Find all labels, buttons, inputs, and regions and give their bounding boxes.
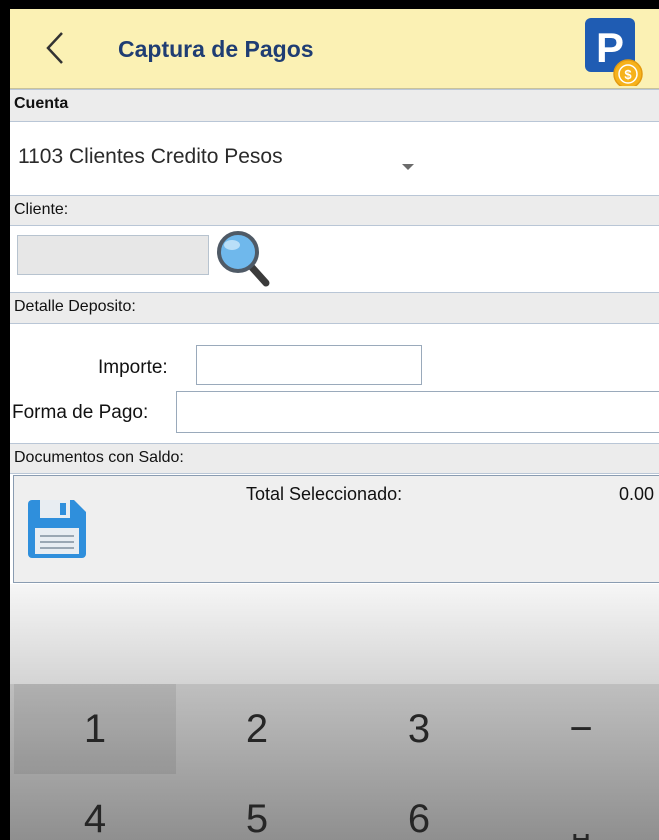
- svg-text:$: $: [624, 67, 632, 82]
- key-4[interactable]: 4: [14, 774, 176, 840]
- total-seleccionado-value: 0.00: [619, 484, 655, 504]
- section-header-cliente: Cliente:: [10, 195, 659, 226]
- key-5[interactable]: 5: [176, 774, 338, 840]
- dropdown-arrow-icon[interactable]: [402, 164, 414, 170]
- forma-de-pago-label: Forma de Pago:: [12, 402, 149, 423]
- key-2[interactable]: 2: [176, 684, 338, 774]
- page-title: Captura de Pagos: [118, 36, 314, 62]
- section-header-detalle: Detalle Deposito:: [10, 292, 659, 324]
- back-button[interactable]: [36, 23, 76, 73]
- save-button[interactable]: [26, 498, 88, 560]
- importe-input[interactable]: [196, 345, 422, 385]
- app-window: Captura de Pagos P $ Cuenta 1103 Cliente…: [10, 9, 659, 840]
- numeric-keyboard: 1 2 3 − 4 5 6 ⎵: [10, 684, 659, 840]
- key-3[interactable]: 3: [338, 684, 500, 774]
- cliente-input[interactable]: [17, 235, 209, 275]
- section-header-documentos: Documentos con Saldo:: [10, 443, 659, 474]
- key-minus[interactable]: −: [500, 684, 659, 774]
- key-space[interactable]: ⎵: [500, 774, 659, 840]
- parking-payment-logo-icon: P $: [583, 14, 645, 89]
- key-1[interactable]: 1: [14, 684, 176, 774]
- keyboard-gap: [10, 584, 659, 684]
- total-seleccionado-label: Total Seleccionado:: [246, 484, 403, 504]
- search-cliente-button[interactable]: [214, 227, 270, 287]
- chevron-left-icon: [46, 32, 63, 64]
- section-header-cuenta: Cuenta: [10, 89, 659, 122]
- key-6[interactable]: 6: [338, 774, 500, 840]
- forma-de-pago-input[interactable]: [176, 391, 659, 433]
- importe-label: Importe:: [98, 357, 168, 378]
- magnifier-icon: [217, 231, 270, 287]
- cuenta-selected-value[interactable]: 1103 Clientes Credito Pesos: [18, 145, 283, 169]
- floppy-disk-icon: [28, 500, 86, 558]
- app-bar: Captura de Pagos P $: [10, 9, 659, 89]
